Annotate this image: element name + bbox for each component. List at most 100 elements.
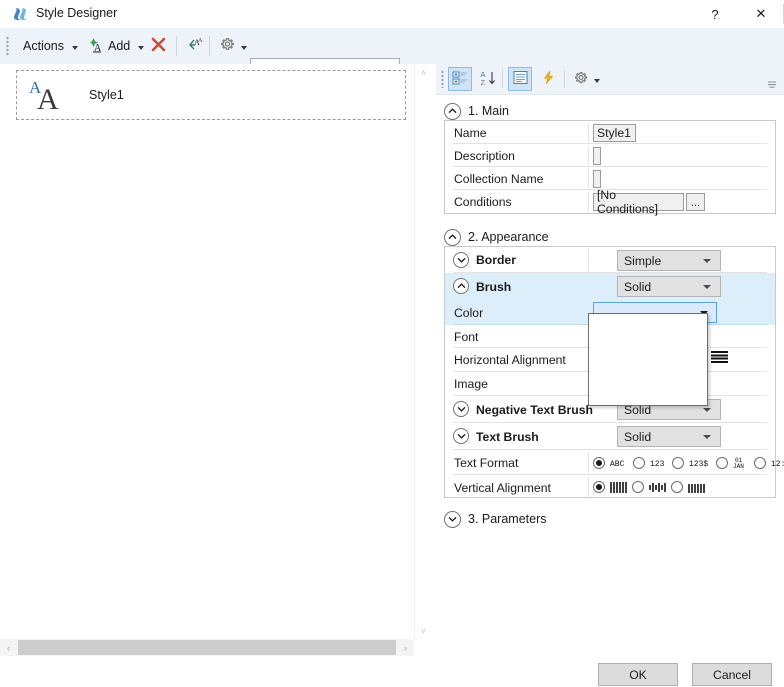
help-button[interactable]: ? xyxy=(692,0,738,28)
table-row[interactable]: Border Simple xyxy=(445,247,775,273)
expand-button[interactable]: A A xyxy=(180,32,209,60)
section-title: 1. Main xyxy=(468,104,509,118)
chevron-up-icon[interactable] xyxy=(453,278,469,294)
text-format-radio-date[interactable] xyxy=(716,457,728,469)
table-row[interactable]: Brush Solid xyxy=(445,273,775,300)
events-lightning-icon xyxy=(541,70,556,88)
ok-label: OK xyxy=(629,667,647,682)
brush-value-combobox[interactable]: Solid xyxy=(617,276,721,297)
row-divider xyxy=(588,146,589,165)
vertical-alignment-radio-top[interactable] xyxy=(593,481,605,493)
property-name: Color xyxy=(454,305,484,320)
property-toolbar-overflow-icon[interactable] xyxy=(766,79,778,89)
chevron-down-icon xyxy=(703,259,711,263)
scroll-left-arrow-icon[interactable]: ‹ xyxy=(0,639,17,656)
text-brush-value-combobox[interactable]: Solid xyxy=(617,426,721,447)
chevron-down-icon[interactable] xyxy=(453,252,469,268)
scroll-up-arrow-icon[interactable]: ˄ xyxy=(415,64,432,81)
dialog-footer: OK Cancel xyxy=(0,656,784,687)
sort-alphabetical-button[interactable]: A Z xyxy=(476,67,500,91)
close-icon: ✕ xyxy=(755,6,767,21)
table-row[interactable]: Description xyxy=(445,144,775,167)
text-format-icon-currency: 123$ xyxy=(689,458,711,468)
chevron-down-icon xyxy=(703,408,711,412)
align-top-icon xyxy=(610,481,627,493)
cancel-button[interactable]: Cancel xyxy=(692,663,772,686)
table-row[interactable]: Vertical Alignment xyxy=(445,475,775,500)
table-row[interactable]: Name Style1 xyxy=(445,121,775,144)
radio-dot xyxy=(596,484,602,490)
left-panel-vertical-scrollbar[interactable]: ˄ ˅ xyxy=(414,64,432,639)
text-format-radio-number[interactable] xyxy=(633,457,645,469)
property-name: Font xyxy=(454,329,479,344)
border-value: Simple xyxy=(624,253,662,268)
table-row[interactable]: Conditions [No Conditions] ... xyxy=(445,188,775,216)
table-row[interactable]: Collection Name xyxy=(445,167,775,190)
chevron-down-icon xyxy=(593,78,600,83)
main-property-grid: Name Style1 Description Collection Name … xyxy=(444,120,776,216)
scroll-right-arrow-icon[interactable]: › xyxy=(397,639,414,656)
vertical-alignment-radio-middle[interactable] xyxy=(632,481,644,493)
color-dropdown-popup[interactable] xyxy=(588,313,708,406)
conditions-ellipsis-button[interactable]: ... xyxy=(686,193,705,211)
property-name: Brush xyxy=(476,279,512,294)
section-header-main[interactable]: 1. Main xyxy=(436,100,509,122)
properties-page-icon xyxy=(513,70,528,88)
text-format-icon-abc: ABC xyxy=(610,458,628,468)
title-bar: Style Designer ? ✕ xyxy=(0,0,784,28)
text-format-radio-time[interactable] xyxy=(754,457,766,469)
text-format-radio-group[interactable]: ABC 123 123$ 01 JAN 12 xyxy=(593,456,784,470)
property-name: Conditions xyxy=(454,194,512,209)
svg-text:ABC: ABC xyxy=(610,460,625,468)
svg-text:12:00: 12:00 xyxy=(771,460,784,468)
text-format-radio-currency[interactable] xyxy=(672,457,684,469)
row-divider xyxy=(588,192,589,211)
section-header-appearance[interactable]: 2. Appearance xyxy=(436,226,549,248)
section-header-parameters[interactable]: 3. Parameters xyxy=(436,508,547,530)
table-row[interactable]: Text Brush Solid xyxy=(445,423,775,450)
add-button[interactable]: A Add xyxy=(82,32,151,60)
horizontal-scrollbar-thumb[interactable] xyxy=(18,640,396,655)
toolbar-grip[interactable] xyxy=(6,36,9,56)
settings-button[interactable] xyxy=(213,32,253,60)
list-item[interactable]: A A Style1 xyxy=(16,70,406,120)
vertical-alignment-radio-bottom[interactable] xyxy=(671,481,683,493)
vertical-alignment-radio-group[interactable] xyxy=(593,481,710,493)
left-panel-horizontal-scrollbar[interactable]: ‹ › xyxy=(0,639,414,656)
property-toolbar-grip[interactable] xyxy=(441,70,444,88)
property-name: Text Format xyxy=(454,455,519,470)
collection-name-value-field[interactable] xyxy=(593,170,601,188)
chevron-down-icon[interactable] xyxy=(453,401,469,417)
svg-text:Z: Z xyxy=(481,78,486,86)
svg-text:A: A xyxy=(37,83,59,114)
hatch-pattern-icon xyxy=(711,351,728,364)
chevron-down-icon[interactable] xyxy=(453,428,469,444)
description-value-field[interactable] xyxy=(593,147,601,165)
radio-dot xyxy=(596,460,602,466)
close-button[interactable]: ✕ xyxy=(738,0,784,28)
properties-button[interactable] xyxy=(508,67,532,91)
table-row[interactable]: Text Format ABC 123 123$ 01 JAN 12 xyxy=(445,450,784,475)
categorized-view-button[interactable] xyxy=(448,67,472,91)
delete-button[interactable] xyxy=(144,32,173,60)
events-button[interactable] xyxy=(536,67,560,91)
property-name: Negative Text Brush xyxy=(476,402,593,417)
style-designer-logo-icon xyxy=(12,5,30,23)
align-middle-icon xyxy=(649,482,666,493)
conditions-value-field[interactable]: [No Conditions] xyxy=(593,188,684,216)
scroll-down-arrow-icon[interactable]: ˅ xyxy=(415,622,432,639)
text-format-radio-general[interactable] xyxy=(593,457,605,469)
row-divider xyxy=(588,249,589,271)
row-divider xyxy=(588,477,589,498)
text-format-icon-time: 12:00 xyxy=(771,458,784,468)
name-value-field[interactable]: Style1 xyxy=(593,124,636,142)
cancel-label: Cancel xyxy=(713,667,751,682)
chevron-down-icon xyxy=(72,45,78,50)
actions-button[interactable]: Actions xyxy=(14,32,84,60)
row-divider xyxy=(588,452,589,473)
chevron-down-icon xyxy=(703,435,711,439)
ok-button[interactable]: OK xyxy=(598,663,678,686)
property-toolbar-divider xyxy=(502,70,503,88)
border-value-combobox[interactable]: Simple xyxy=(617,250,721,271)
property-settings-button[interactable] xyxy=(570,67,602,91)
